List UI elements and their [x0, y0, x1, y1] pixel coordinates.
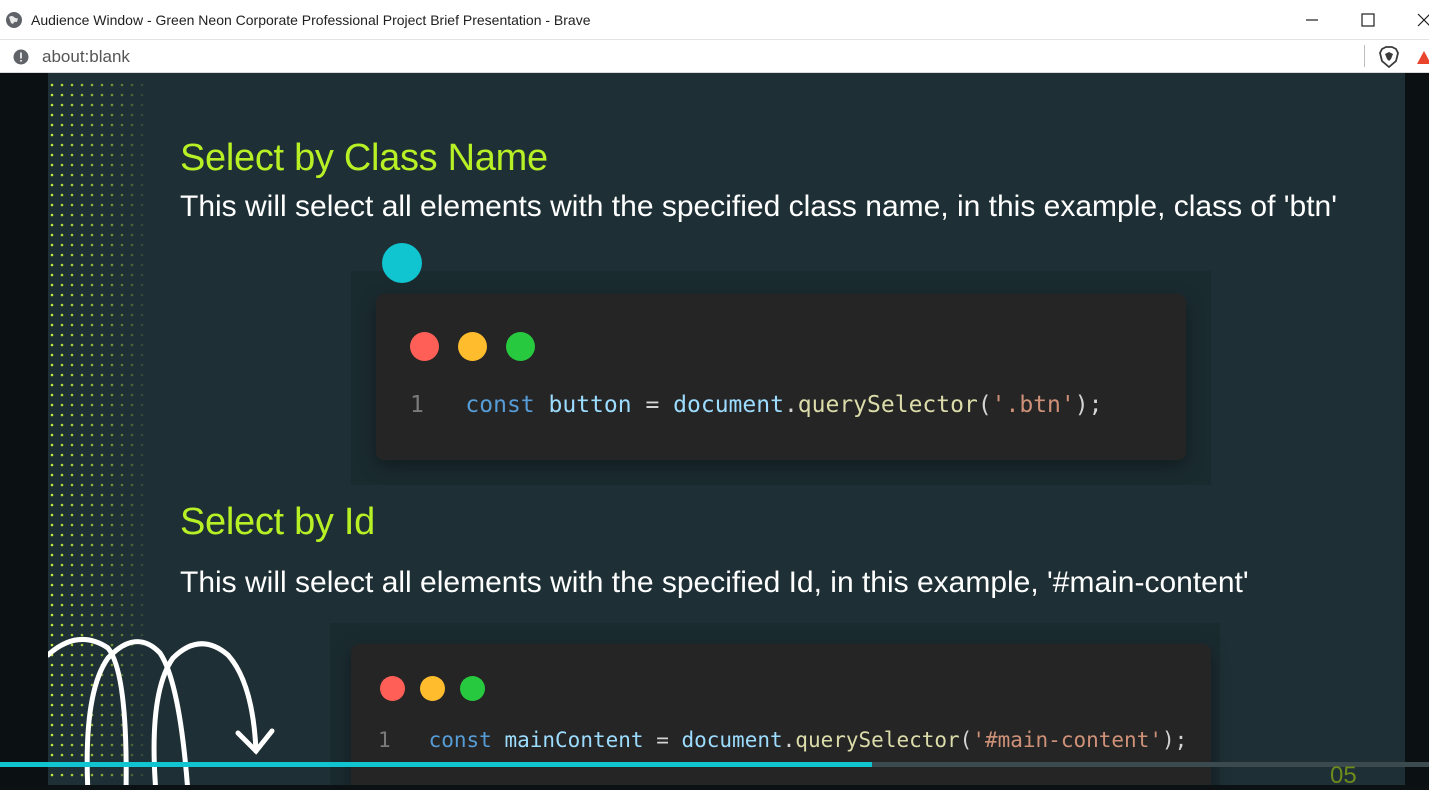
code-operator: =: [631, 392, 674, 418]
traffic-light-yellow: [458, 332, 487, 361]
section-description-id: This will select all elements with the s…: [180, 566, 1249, 599]
window-title-bar: Audience Window - Green Neon Corporate P…: [0, 0, 1429, 40]
traffic-light-green: [506, 332, 535, 361]
brave-lion-icon[interactable]: [1378, 45, 1400, 69]
presenter-cursor-dot: [382, 243, 422, 283]
code-dot: .: [783, 392, 798, 418]
code-method: querySelector: [795, 728, 960, 752]
slide-progress-bar: [0, 762, 1429, 767]
code-string: '#main-content': [972, 728, 1162, 752]
url-field[interactable]: about:blank: [42, 47, 130, 67]
traffic-light-red: [410, 332, 439, 361]
code-paren-close: );: [1161, 728, 1188, 752]
traffic-light-green: [460, 676, 485, 701]
line-number: 1: [378, 728, 391, 752]
code-method: querySelector: [797, 392, 978, 418]
section-heading-id: Select by Id: [180, 501, 375, 543]
code-operator: =: [643, 728, 682, 752]
line-number: 1: [410, 392, 424, 418]
code-keyword: const: [428, 728, 492, 752]
section-heading-class-name: Select by Class Name: [180, 137, 548, 179]
traffic-light-red: [380, 676, 405, 701]
code-paren-open: (: [977, 392, 992, 418]
traffic-light-yellow: [420, 676, 445, 701]
code-line: 1 const mainContent = document.querySele…: [378, 728, 1187, 752]
code-string: '.btn': [991, 392, 1075, 418]
section-description-class-name: This will select all elements with the s…: [180, 190, 1337, 223]
code-block-class-name: 1 const button = document.querySelector(…: [376, 294, 1186, 460]
minimize-icon[interactable]: [1298, 6, 1326, 34]
code-object: document: [681, 728, 783, 752]
page-number: 05: [1330, 762, 1357, 789]
code-variable: button: [548, 392, 632, 418]
code-object: document: [673, 392, 784, 418]
code-paren-close: );: [1074, 392, 1103, 418]
code-keyword: const: [465, 392, 535, 418]
code-dot: .: [782, 728, 796, 752]
code-line: 1 const button = document.querySelector(…: [410, 392, 1102, 418]
warning-triangle-icon[interactable]: [1417, 48, 1429, 66]
address-bar-divider: [1364, 45, 1365, 67]
code-variable: mainContent: [504, 728, 644, 752]
globe-icon: [6, 12, 22, 28]
close-icon[interactable]: [1410, 6, 1429, 34]
address-bar: about:blank: [0, 40, 1429, 73]
presentation-viewport: Select by Class Name This will select al…: [0, 73, 1429, 785]
maximize-icon[interactable]: [1354, 6, 1382, 34]
code-paren-open: (: [959, 728, 973, 752]
window-title: Audience Window - Green Neon Corporate P…: [31, 12, 591, 28]
info-icon[interactable]: [13, 49, 29, 65]
slide-progress-fill: [0, 762, 872, 767]
slide: Select by Class Name This will select al…: [48, 73, 1405, 785]
